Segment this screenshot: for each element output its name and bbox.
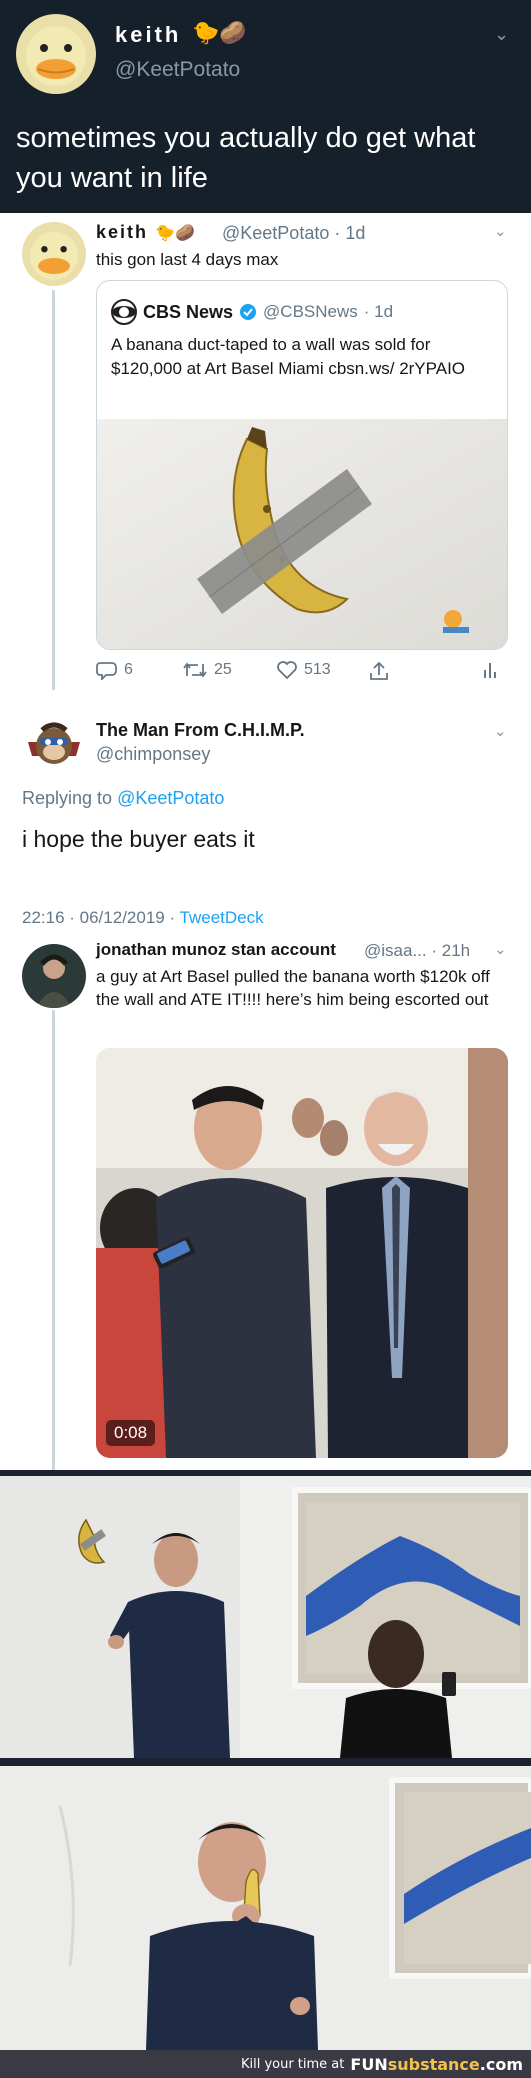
footer-brand[interactable]: FUNsubstance.com [350, 2055, 523, 2074]
footer-tagline: Kill your time at [240, 2056, 345, 2072]
quoted-tweet-text: A banana duct-taped to a wall was sold f… [111, 335, 466, 378]
tweet-text: this gon last 4 days max [96, 250, 279, 269]
duck-avatar[interactable] [16, 14, 96, 94]
man-eating-banana-photo [0, 1766, 531, 2050]
source-link[interactable]: TweetDeck [180, 908, 264, 927]
brand-main: FUN [350, 2054, 388, 2074]
retweet-icon [183, 662, 207, 678]
author-name-text[interactable]: keith [96, 222, 148, 242]
author-name[interactable]: The Man From C.H.I.M.P. [96, 720, 305, 741]
author-handle[interactable]: @KeetPotato [222, 223, 329, 243]
heart-icon [277, 661, 297, 680]
author-name[interactable]: keith [115, 22, 181, 48]
analytics-button[interactable] [480, 660, 500, 680]
chimp-avatar[interactable] [22, 712, 86, 776]
retweet-button[interactable]: 25 [182, 660, 232, 680]
quoted-tweet-header: CBS News @CBSNews · 1d [111, 299, 393, 325]
banana-duct-tape-image[interactable] [97, 419, 507, 649]
replying-to-label: Replying to [22, 788, 118, 808]
analytics-icon [484, 663, 496, 678]
timestamp-text[interactable]: 22:16 · 06/12/2019 · [22, 908, 180, 927]
author-handle[interactable]: @KeetPotato [115, 58, 240, 82]
tweet-time[interactable]: · 21h [431, 941, 470, 960]
retweet-count: 25 [214, 661, 232, 678]
quoted-author-name[interactable]: CBS News [143, 302, 233, 323]
quoted-tweet-card[interactable]: CBS News @CBSNews · 1d A banana duct-tap… [96, 280, 508, 650]
chevron-down-icon[interactable]: ⌄ [494, 940, 507, 958]
chevron-down-icon[interactable]: ⌄ [494, 24, 509, 45]
divider [0, 1758, 531, 1766]
author-name[interactable]: keith 🐤🥔 [96, 222, 195, 243]
video-duration: 0:08 [106, 1420, 156, 1446]
tweet-text: sometimes you actually do get what you w… [16, 122, 476, 194]
replying-to: Replying to @KeetPotato [22, 788, 224, 809]
name-emojis: 🐤🥔 [192, 20, 247, 45]
escort-video[interactable]: 0:08 [96, 1048, 508, 1458]
reply-button[interactable]: 6 [96, 660, 133, 680]
top-tweet: keith 🐤🥔 @KeetPotato ⌄ sometimes you act… [0, 0, 531, 213]
jonathan-avatar[interactable] [22, 944, 86, 1008]
thread-line [52, 1010, 55, 1470]
tweet-text: a guy at Art Basel pulled the banana wor… [96, 967, 490, 1009]
thread-line [52, 290, 55, 690]
author-handle[interactable]: @isaa... [364, 941, 427, 960]
cbs-logo-icon [111, 299, 137, 325]
name-emojis: 🐤🥔 [155, 225, 195, 242]
brand-sub: substance [387, 2054, 480, 2074]
brand-tld: .com [479, 2054, 523, 2074]
quoted-tweet-time[interactable]: · 1d [364, 302, 393, 322]
reply-count: 6 [124, 661, 133, 678]
tweet-text: i hope the buyer eats it [22, 826, 255, 852]
tweet-timestamp: 22:16 · 06/12/2019 · TweetDeck [22, 908, 264, 928]
like-button[interactable]: 513 [276, 660, 331, 680]
chevron-down-icon[interactable]: ⌄ [494, 222, 507, 240]
quoted-author-handle[interactable]: @CBSNews [263, 302, 358, 322]
verified-badge-icon [240, 304, 257, 320]
like-count: 513 [304, 661, 331, 678]
reply-icon [96, 662, 117, 680]
tweet-meta: @KeetPotato · 1d [222, 223, 365, 244]
tweet-time[interactable]: · 1d [334, 223, 365, 243]
share-button[interactable] [368, 660, 390, 682]
watermark-footer: Kill your time at FUNsubstance.com [0, 2050, 531, 2078]
banana-wall-photo [0, 1476, 531, 1758]
tweet-meta: @isaa... · 21h [364, 941, 470, 961]
replying-to-link[interactable]: @KeetPotato [117, 788, 224, 808]
duck-avatar[interactable] [22, 222, 86, 286]
author-handle[interactable]: @chimponsey [96, 744, 210, 765]
share-icon [370, 661, 388, 680]
chevron-down-icon[interactable]: ⌄ [494, 722, 507, 740]
video-thumbnail [96, 1048, 508, 1458]
author-name[interactable]: jonathan munoz stan account [96, 940, 336, 960]
tweet-actions: 6 25 513 [96, 660, 516, 690]
